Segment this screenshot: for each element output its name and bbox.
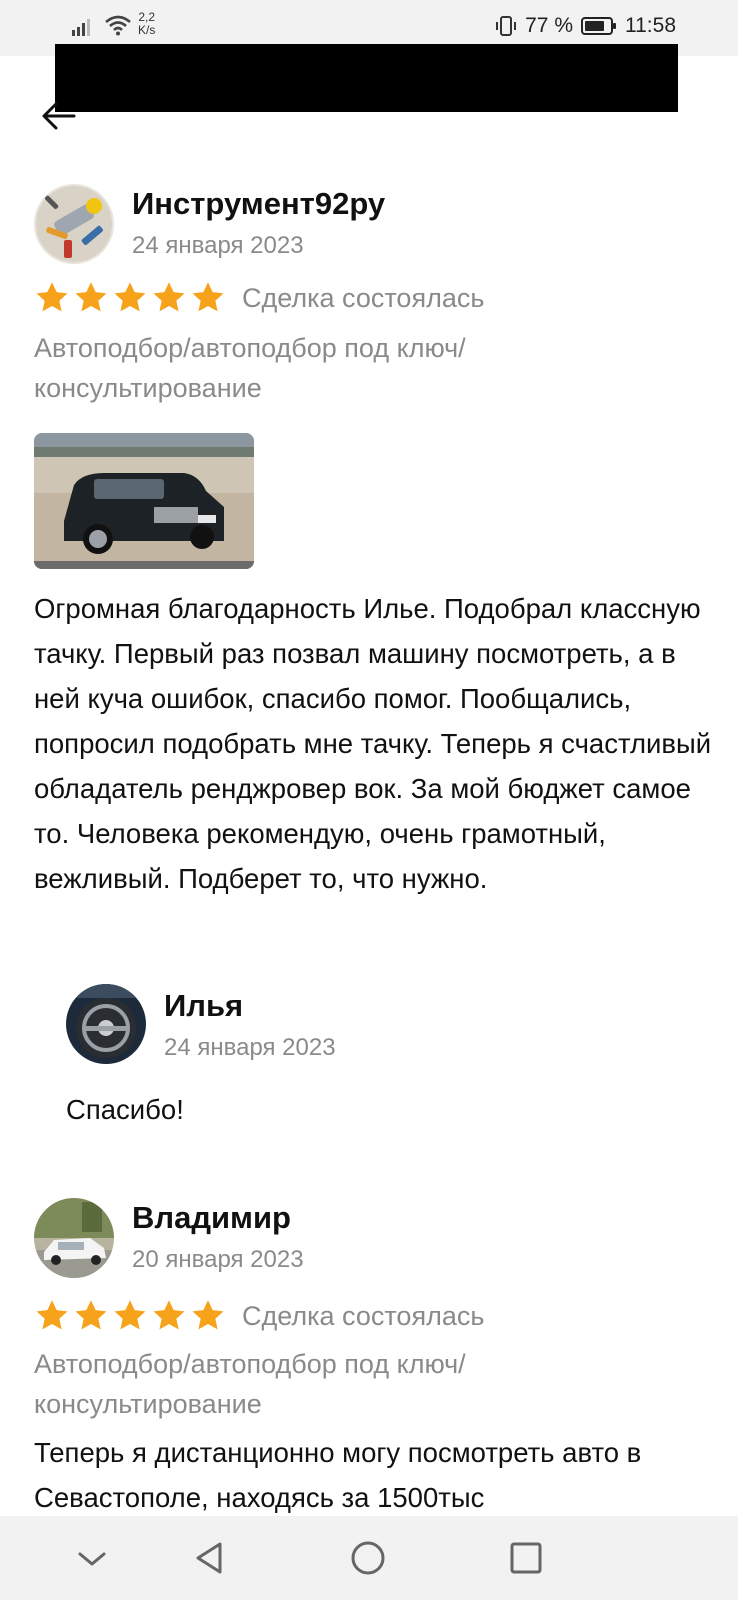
star-icon — [192, 1300, 224, 1330]
chevron-down-icon[interactable] — [72, 1538, 112, 1578]
redacted-title-bar — [55, 44, 678, 112]
star-icon — [36, 1300, 68, 1330]
review-category: Автоподбор/автоподбор под ключ/ консульт… — [34, 1349, 466, 1419]
deal-status: Сделка состоялась — [242, 1300, 485, 1331]
signal-icon — [72, 19, 90, 36]
review-text: Огромная благодарность Илье. Подобрал кл… — [34, 593, 712, 894]
star-icon — [36, 282, 68, 312]
clock: 11:58 — [625, 14, 676, 37]
home-circle-icon[interactable] — [348, 1538, 388, 1578]
status-right: 77 % 11:58 — [495, 14, 676, 38]
star-icon — [192, 282, 224, 312]
recents-square-icon[interactable] — [506, 1538, 546, 1578]
star-rating — [34, 1298, 226, 1334]
deal-status: Сделка состоялась — [242, 282, 485, 313]
battery-percent: 77 % — [525, 14, 573, 37]
back-triangle-icon[interactable] — [190, 1538, 230, 1578]
review-text: Теперь я дистанционно могу посмотреть ав… — [34, 1437, 642, 1513]
star-icon — [153, 1300, 185, 1330]
reply-text: Спасибо! — [66, 1094, 184, 1125]
review-date: 24 января 2023 — [132, 232, 304, 259]
reply-author[interactable]: Илья — [164, 988, 243, 1024]
avatar — [66, 984, 146, 1064]
back-arrow-icon[interactable] — [38, 96, 78, 136]
review-author[interactable]: Владимир — [132, 1200, 291, 1236]
star-icon — [75, 282, 107, 312]
rating-row: Сделка состоялась — [34, 1298, 484, 1334]
system-navigation-bar — [0, 1516, 738, 1600]
wifi-icon — [105, 15, 131, 36]
review-photo[interactable] — [34, 433, 254, 569]
review-category: Автоподбор/автоподбор под ключ/ консульт… — [34, 333, 466, 403]
rating-row: Сделка состоялась — [34, 280, 484, 316]
seller-reply: Илья 24 января 2023 Спасибо! — [66, 984, 686, 1134]
star-icon — [114, 1300, 146, 1330]
avatar — [34, 184, 114, 264]
review-card: Инструмент92ру 24 января 2023 Сделка сос… — [34, 184, 711, 1134]
vibrate-icon — [496, 16, 517, 36]
review-card: Владимир 20 января 2023 Сделка состоялас… — [34, 1198, 704, 1518]
network-speed: 2,2 K/s — [138, 11, 155, 37]
star-rating — [34, 280, 226, 316]
star-icon — [153, 282, 185, 312]
battery-icon — [581, 17, 616, 35]
star-icon — [114, 282, 146, 312]
review-date: 20 января 2023 — [132, 1246, 304, 1273]
reply-date: 24 января 2023 — [164, 1034, 336, 1061]
speed-unit: K/s — [138, 23, 156, 37]
avatar — [34, 1198, 114, 1278]
review-author[interactable]: Инструмент92ру — [132, 186, 385, 222]
star-icon — [75, 1300, 107, 1330]
